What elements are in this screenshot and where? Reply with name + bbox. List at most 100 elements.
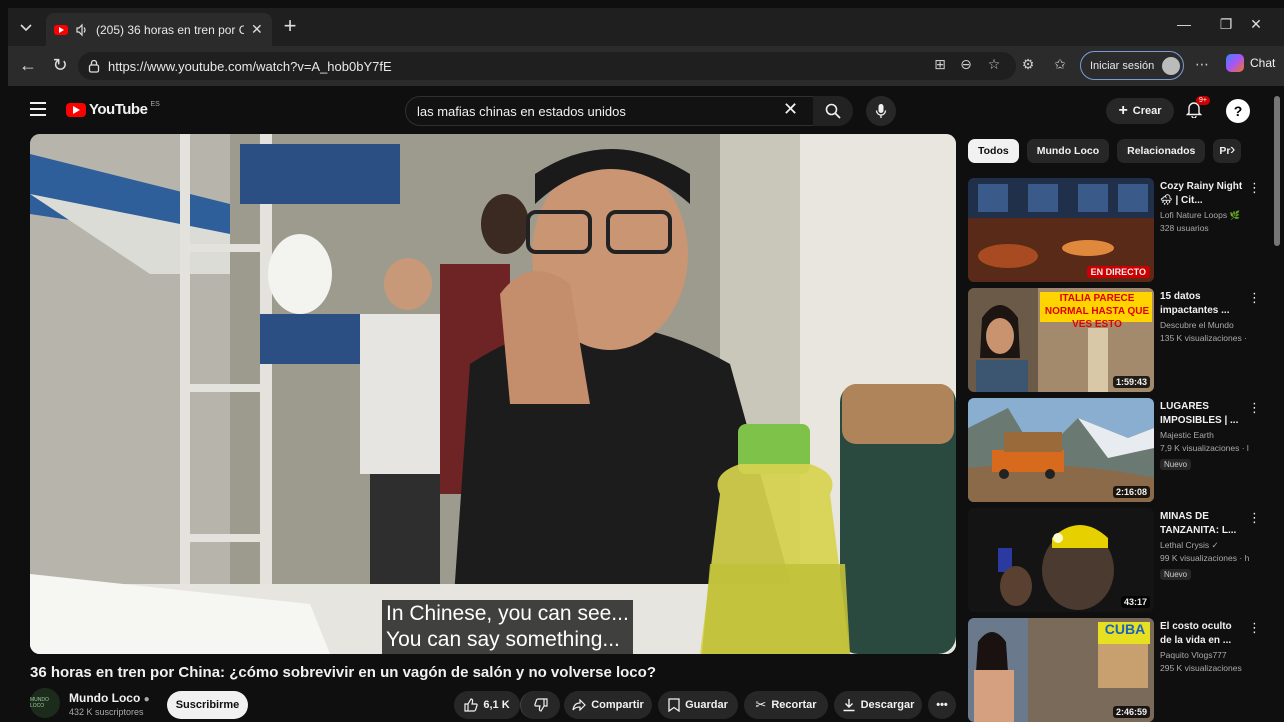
share-icon bbox=[572, 699, 587, 711]
kebab-menu-icon[interactable]: ⋮ bbox=[1248, 180, 1261, 196]
logo-text: YouTube bbox=[89, 101, 148, 118]
recommendation-meta: 135 K visualizaciones · bbox=[1160, 333, 1247, 343]
close-window-icon[interactable]: ✕ bbox=[1244, 16, 1268, 38]
channel-avatar[interactable]: MUNDO LOCO bbox=[30, 688, 60, 718]
video-frame bbox=[30, 134, 956, 654]
voice-search-button[interactable] bbox=[866, 96, 896, 126]
list-item[interactable]: ITALIA PARECE NORMAL HASTA QUE VES ESTO … bbox=[968, 288, 1261, 392]
search-button[interactable] bbox=[813, 96, 853, 126]
list-item[interactable]: CUBA 2:46:59 El costo oculto de la vida … bbox=[968, 618, 1261, 722]
back-arrow-icon[interactable]: ← bbox=[16, 54, 40, 78]
youtube-favicon-icon bbox=[54, 24, 68, 35]
more-options-icon[interactable]: ⋯ bbox=[1190, 52, 1214, 76]
new-tab-button[interactable]: + bbox=[278, 15, 302, 39]
dislike-button[interactable] bbox=[520, 691, 560, 719]
chevron-right-icon[interactable]: › bbox=[1230, 141, 1235, 159]
address-bar: ← ↻ https://www.youtube.com/watch?v=A_ho… bbox=[8, 46, 1284, 86]
notification-count-badge: 9+ bbox=[1196, 96, 1210, 105]
tab-title: (205) 36 horas en tren por Chi bbox=[96, 22, 244, 37]
search-input[interactable]: las mafias chinas en estados unidos bbox=[405, 96, 825, 126]
zoom-icon[interactable]: ⊖ bbox=[954, 52, 978, 76]
list-item[interactable]: 2:16:08 LUGARES IMPOSIBLES | ... Majesti… bbox=[968, 398, 1261, 502]
recommendation-channel[interactable]: Lofi Nature Loops 🌿 bbox=[1160, 210, 1240, 221]
thumbnail[interactable]: ITALIA PARECE NORMAL HASTA QUE VES ESTO … bbox=[968, 288, 1154, 392]
download-button[interactable]: Descargar bbox=[834, 691, 922, 719]
list-item[interactable]: EN DIRECTO Cozy Rainy Night 🌧 | Cit... L… bbox=[968, 178, 1261, 282]
youtube-logo[interactable]: YouTube ES bbox=[66, 101, 160, 118]
recommendation-title[interactable]: LUGARES IMPOSIBLES | ... bbox=[1160, 400, 1244, 428]
channel-name-text: Mundo Loco bbox=[69, 691, 141, 705]
more-horizontal-icon: ••• bbox=[936, 699, 948, 711]
minimize-icon[interactable]: — bbox=[1172, 16, 1196, 38]
duration-badge: 2:46:59 bbox=[1112, 706, 1150, 718]
chip-related[interactable]: Relacionados bbox=[1117, 139, 1206, 163]
clear-search-icon[interactable]: ✕ bbox=[783, 99, 798, 120]
recommendation-title[interactable]: Cozy Rainy Night 🌧 | Cit... bbox=[1160, 180, 1244, 208]
recommendation-title[interactable]: El costo oculto de la vida en ... bbox=[1160, 620, 1244, 648]
video-title: 36 horas en tren por China: ¿cómo sobrev… bbox=[30, 664, 656, 681]
new-badge: Nuevo bbox=[1160, 569, 1192, 580]
like-button[interactable]: 6,1 K bbox=[454, 691, 520, 719]
recommendation-channel[interactable]: Descubre el Mundo bbox=[1160, 320, 1234, 330]
youtube-header: YouTube ES las mafias chinas en estados … bbox=[8, 86, 1284, 134]
clip-button[interactable]: ✂ Recortar bbox=[744, 691, 828, 719]
chevron-down-icon bbox=[20, 24, 32, 32]
thumbnail[interactable]: 2:16:08 bbox=[968, 398, 1154, 502]
favorites-icon[interactable]: ✩ bbox=[1048, 52, 1072, 76]
tab-active[interactable]: (205) 36 horas en tren por Chi ✕ bbox=[46, 13, 272, 46]
search-icon bbox=[825, 103, 841, 119]
recommendation-channel[interactable]: Lethal Crysis ✓ bbox=[1160, 540, 1219, 551]
kebab-menu-icon[interactable]: ⋮ bbox=[1248, 290, 1261, 306]
page-scrollbar[interactable] bbox=[1274, 96, 1280, 246]
subscribe-button[interactable]: Suscribirme bbox=[167, 691, 248, 719]
thumbnail[interactable]: 43:17 bbox=[968, 508, 1154, 612]
chip-more[interactable]: Pr bbox=[1213, 139, 1242, 163]
signin-button[interactable]: Iniciar sesión bbox=[1080, 51, 1184, 80]
youtube-logo-icon bbox=[66, 102, 86, 117]
thumbnail[interactable]: CUBA 2:46:59 bbox=[968, 618, 1154, 722]
chip-channel[interactable]: Mundo Loco bbox=[1026, 139, 1110, 163]
kebab-menu-icon[interactable]: ⋮ bbox=[1248, 620, 1261, 636]
recommendation-title[interactable]: 15 datos impactantes ... bbox=[1160, 290, 1244, 318]
save-button[interactable]: Guardar bbox=[658, 691, 738, 719]
create-button[interactable]: + Crear bbox=[1106, 98, 1174, 124]
download-icon bbox=[843, 699, 855, 712]
app-available-icon[interactable]: ⊞ bbox=[928, 52, 952, 76]
subtitle-line-2: You can say something... bbox=[386, 628, 620, 651]
kebab-menu-icon[interactable]: ⋮ bbox=[1248, 510, 1261, 526]
recommendation-channel[interactable]: Paquito Vlogs777 bbox=[1160, 650, 1227, 660]
account-avatar[interactable]: ? bbox=[1226, 99, 1250, 123]
thumbs-down-icon bbox=[533, 698, 548, 712]
close-tab-icon[interactable]: ✕ bbox=[251, 21, 263, 38]
refresh-icon[interactable]: ↻ bbox=[48, 54, 72, 78]
menu-hamburger-icon[interactable] bbox=[30, 102, 46, 116]
recommendation-title[interactable]: MINAS DE TANZANITA: L... bbox=[1160, 510, 1244, 538]
duration-badge: 1:59:43 bbox=[1112, 376, 1150, 388]
copilot-chat-button[interactable]: Chat bbox=[1226, 54, 1275, 72]
more-actions-button[interactable]: ••• bbox=[928, 691, 956, 719]
search-value: las mafias chinas en estados unidos bbox=[417, 103, 626, 119]
recommendation-meta: 295 K visualizaciones bbox=[1160, 663, 1242, 673]
lock-icon[interactable] bbox=[88, 59, 100, 73]
kebab-menu-icon[interactable]: ⋮ bbox=[1248, 400, 1261, 416]
channel-name[interactable]: Mundo Loco ● bbox=[69, 691, 150, 705]
tab-actions-menu-button[interactable] bbox=[14, 16, 38, 40]
recommendation-channel[interactable]: Majestic Earth bbox=[1160, 430, 1214, 440]
extensions-icon[interactable]: ⚙ bbox=[1016, 52, 1040, 76]
logo-region: ES bbox=[150, 101, 160, 108]
duration-badge: 43:17 bbox=[1120, 596, 1150, 608]
like-count: 6,1 K bbox=[483, 699, 510, 711]
scissors-icon: ✂ bbox=[755, 697, 767, 712]
favorite-star-icon[interactable]: ☆ bbox=[982, 52, 1006, 76]
speaker-icon[interactable] bbox=[75, 23, 89, 37]
restore-icon[interactable]: ❐ bbox=[1214, 16, 1238, 38]
save-label: Guardar bbox=[685, 699, 728, 711]
microphone-icon bbox=[875, 104, 887, 118]
thumbnail[interactable]: EN DIRECTO bbox=[968, 178, 1154, 282]
chip-all[interactable]: Todos bbox=[968, 139, 1019, 163]
list-item[interactable]: 43:17 MINAS DE TANZANITA: L... Lethal Cr… bbox=[968, 508, 1261, 612]
url-field[interactable]: https://www.youtube.com/watch?v=A_hob0bY… bbox=[78, 52, 1016, 80]
share-button[interactable]: Compartir bbox=[564, 691, 652, 719]
create-label: Crear bbox=[1132, 105, 1162, 117]
video-player[interactable]: In Chinese, you can see... You can say s… bbox=[30, 134, 956, 654]
